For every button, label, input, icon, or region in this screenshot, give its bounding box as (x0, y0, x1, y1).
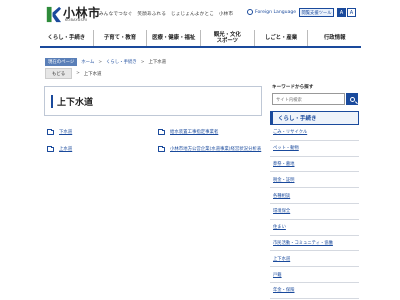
site-header: 小林市 KOBAYASHI みんなでつなぐ 笑顔あふれる じょじょんよかとこ 小… (0, 0, 400, 28)
category-link-label: 上水道 (59, 147, 73, 152)
breadcrumb-living-link[interactable]: くらし・手続き (106, 59, 137, 65)
text-size-large-button[interactable]: A (337, 8, 346, 17)
logo-subtext: KOBAYASHI (65, 18, 88, 22)
breadcrumb-separator: > (76, 71, 80, 76)
sidebar-item-community[interactable]: 市民活動・コミュニティ・協働 (270, 236, 359, 252)
page-title: 上下水道 (57, 98, 94, 108)
gnav-item-living[interactable]: くらし・手続き (40, 30, 93, 46)
folder-icon (158, 145, 165, 152)
page-title-box: 上下水道 (44, 86, 262, 116)
back-button[interactable]: もどる (45, 68, 73, 79)
city-logo-icon[interactable] (43, 5, 62, 24)
text-size-normal-button[interactable]: A (347, 8, 356, 17)
category-link-waterworks-analysis[interactable]: 小林市地方公営企業(水道事業)経営状況分析表 (158, 145, 262, 152)
accessibility-tool-button[interactable]: 閲覧支援ツール (299, 8, 334, 17)
title-accent-bar (51, 95, 53, 108)
sidebar-item-environment[interactable]: 環境保全 (270, 204, 359, 220)
sidebar-item-family-register[interactable]: 戸籍 (270, 267, 359, 283)
gnav-item-administration[interactable]: 行政情報 (307, 30, 361, 46)
gnav-item-tourism[interactable]: 観光・文化 スポーツ (200, 30, 254, 46)
search-button[interactable] (346, 93, 358, 105)
sidebar-category-list: ごみ・リサイクル ペット・動物 葬祭・墓地 税金・証明 各種相談 環境保全 住ま… (270, 125, 359, 299)
back-row: もどる > 上下水道 (45, 68, 101, 79)
sidebar-item-consultation[interactable]: 各種相談 (270, 188, 359, 204)
sidebar-item-water[interactable]: 上下水道 (270, 251, 359, 268)
search-icon (349, 96, 355, 102)
current-page-tag: 現在のページ (45, 58, 78, 66)
foreign-language-link[interactable]: Foreign Language (247, 9, 296, 15)
category-link-label: 給水装置工事指定事業者 (170, 130, 219, 135)
category-link-sewerage[interactable]: 下水道 (47, 128, 73, 135)
breadcrumb-separator: > (140, 59, 145, 65)
sidebar-category-heading[interactable]: くらし・手続き (270, 111, 359, 125)
category-link-water-contractors[interactable]: 給水装置工事指定事業者 (158, 128, 219, 135)
gnav-item-work[interactable]: しごと・産業 (253, 30, 308, 46)
breadcrumb-current: 上下水道 (148, 60, 167, 65)
breadcrumb-separator: > (98, 59, 102, 65)
site-search-input[interactable] (272, 93, 345, 105)
breadcrumb-home-link[interactable]: ホーム (81, 59, 94, 65)
gnav-item-childcare[interactable]: 子育て・教育 (92, 30, 147, 46)
foreign-language-label: Foreign Language (255, 9, 297, 15)
city-slogan: みんなでつなぐ 笑顔あふれる じょじょんよかとこ 小林市 (99, 12, 234, 17)
sidebar-item-pension[interactable]: 年金・保険 (270, 283, 359, 299)
category-link-label: 小林市地方公営企業(水道事業)経営状況分析表 (170, 147, 262, 152)
global-nav: くらし・手続き 子育て・教育 医療・健康・福祉 観光・文化 スポーツ しごと・産業… (40, 30, 361, 48)
gnav-item-health[interactable]: 医療・健康・福祉 (146, 30, 200, 46)
globe-icon (247, 9, 253, 15)
sidebar-item-garbage[interactable]: ごみ・リサイクル (270, 125, 359, 141)
folder-icon (47, 145, 54, 152)
sidebar-item-pets[interactable]: ペット・動物 (270, 141, 359, 157)
sidebar-item-housing[interactable]: 住まい (270, 220, 359, 236)
sidebar-item-funerals[interactable]: 葬祭・墓地 (270, 157, 359, 173)
sidebar-item-tax[interactable]: 税金・証明 (270, 172, 359, 189)
category-link-water-supply[interactable]: 上水道 (47, 145, 73, 152)
breadcrumb: 現在のページ ホーム > くらし・手続き > 上下水道 (45, 58, 166, 66)
back-current-label: 上下水道 (83, 71, 102, 77)
category-link-label: 下水道 (59, 130, 73, 135)
keyword-search-heading: キーワードから探す (272, 85, 314, 90)
folder-icon (158, 128, 165, 135)
folder-icon (47, 128, 54, 135)
